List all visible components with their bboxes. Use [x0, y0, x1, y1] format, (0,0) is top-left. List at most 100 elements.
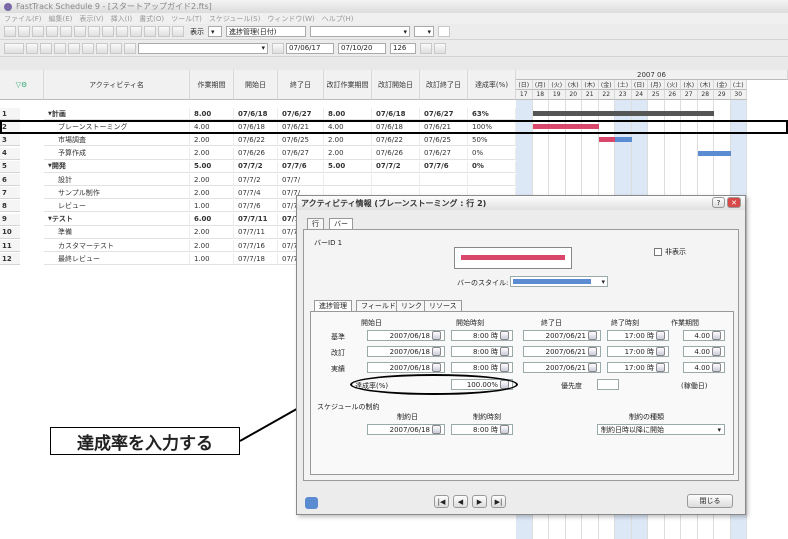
cell-revised-start[interactable]: 07/6/18 — [372, 108, 420, 120]
menu-format[interactable]: 書式(O) — [139, 14, 164, 24]
constraint-type-select[interactable]: 制約日時以降に開始 ▾ — [597, 424, 725, 435]
constraint-date-field[interactable]: 2007/06/18 — [367, 424, 445, 435]
text-icon[interactable] — [96, 42, 108, 54]
dropdown-icon[interactable] — [712, 363, 721, 372]
cell-activity-name[interactable]: 設計 — [44, 174, 190, 186]
cell-percent-complete[interactable]: 0% — [468, 160, 516, 173]
column-header-revised-duration[interactable]: 改訂作業期間 — [324, 70, 372, 100]
duration-field[interactable]: 4.00 — [683, 346, 725, 357]
duration-field[interactable]: 4.00 — [683, 330, 725, 341]
cut-icon[interactable] — [88, 26, 100, 37]
dropdown-icon[interactable] — [588, 347, 597, 356]
spellcheck-icon[interactable] — [74, 26, 86, 37]
dropdown-icon[interactable] — [656, 347, 665, 356]
dropdown-icon[interactable] — [500, 347, 509, 356]
pointer-icon[interactable] — [26, 42, 38, 54]
open-icon[interactable] — [18, 26, 30, 37]
outdent-icon[interactable] — [172, 26, 184, 37]
start-time-field[interactable]: 8:00 時 — [451, 330, 513, 341]
gantt-bar-market-research-remaining[interactable] — [615, 137, 632, 143]
column-header-start-date[interactable]: 開始日 — [234, 70, 278, 100]
cell-start-date[interactable]: 07/7/2 — [234, 174, 278, 186]
cell-activity-name[interactable]: カスタマーテスト — [44, 240, 190, 252]
constraint-time-field[interactable]: 8:00 時 — [451, 424, 513, 435]
new-icon[interactable] — [4, 26, 16, 37]
cell-activity-name[interactable]: 準備 — [44, 226, 190, 239]
start-date-field[interactable]: 2007/06/18 — [367, 362, 445, 373]
gantt-bar-budget[interactable] — [697, 150, 731, 156]
info-icon[interactable] — [305, 497, 318, 509]
cell-duration[interactable]: 1.00 — [190, 253, 234, 266]
menu-insert[interactable]: 挿入(I) — [111, 14, 133, 24]
small-select[interactable]: ▾ — [414, 26, 434, 37]
dropdown-icon[interactable] — [432, 347, 441, 356]
nav-last-button[interactable]: ▶| — [491, 495, 506, 508]
cell-percent-complete[interactable]: 50% — [468, 134, 516, 147]
cell-duration[interactable]: 1.00 — [190, 200, 234, 213]
link-icon[interactable] — [130, 26, 142, 37]
hide-checkbox[interactable] — [654, 248, 662, 256]
sort-icon[interactable] — [82, 42, 94, 54]
cell-revised-duration[interactable]: 2.00 — [324, 147, 372, 160]
zoom-field[interactable]: 126 — [390, 42, 416, 54]
row-number[interactable]: 4 — [0, 147, 20, 160]
column-header-percent-complete[interactable]: 達成率(%) — [468, 70, 516, 100]
cell-percent-complete[interactable]: 0% — [468, 147, 516, 160]
row-number[interactable]: 8 — [0, 200, 20, 213]
zoom-arrows-icon[interactable] — [420, 42, 432, 54]
cell-revised-start[interactable]: 07/6/26 — [372, 147, 420, 160]
filter-icon[interactable] — [68, 42, 80, 54]
cell-start-date[interactable]: 07/6/18 — [234, 108, 278, 120]
gantt-bar-brainstorming[interactable] — [532, 124, 599, 130]
cell-activity-name[interactable]: サンプル制作 — [44, 187, 190, 200]
cell-activity-name[interactable]: ▼ 開発 — [44, 160, 190, 173]
row-number[interactable]: 11 — [0, 240, 20, 252]
cell-duration[interactable]: 2.00 — [190, 174, 234, 186]
blank-select[interactable]: ▾ — [310, 26, 410, 37]
gantt-summary-bar[interactable] — [532, 111, 714, 116]
save-icon[interactable] — [32, 26, 44, 37]
cell-start-date[interactable]: 07/7/4 — [234, 187, 278, 200]
view-label[interactable]: 表示 — [190, 27, 204, 37]
dropdown-icon[interactable] — [432, 363, 441, 372]
bar-style-select[interactable]: ▾ — [510, 276, 608, 287]
cell-percent-complete[interactable] — [468, 174, 516, 186]
menu-window[interactable]: ウィンドウ(W) — [267, 14, 314, 24]
subtab-links[interactable]: リンク — [396, 300, 427, 311]
close-button[interactable]: 閉じる — [687, 494, 733, 508]
menu-file[interactable]: ファイル(F) — [4, 14, 42, 24]
dropdown-icon[interactable] — [588, 331, 597, 340]
cell-revised-duration[interactable] — [324, 174, 372, 186]
cell-duration[interactable]: 6.00 — [190, 213, 234, 226]
dropdown-icon[interactable] — [656, 331, 665, 340]
dropdown-icon[interactable] — [500, 331, 509, 340]
column-header-duration[interactable]: 作業期間 — [190, 70, 234, 100]
dropdown-icon[interactable] — [500, 363, 509, 372]
cell-start-date[interactable]: 07/6/26 — [234, 147, 278, 160]
column-header-revised-start[interactable]: 改訂開始日 — [372, 70, 420, 100]
row-number[interactable]: 6 — [0, 174, 20, 186]
cell-start-date[interactable]: 07/7/16 — [234, 240, 278, 252]
priority-field[interactable] — [597, 379, 619, 390]
cell-end-date[interactable]: 07/7/ — [278, 174, 324, 186]
timescale-icon[interactable] — [434, 42, 446, 54]
cell-duration[interactable]: 2.00 — [190, 226, 234, 239]
tab-row[interactable]: 行 — [307, 218, 324, 229]
end-date-field[interactable]: 2007/06/21 — [523, 362, 601, 373]
nav-first-button[interactable]: |◀ — [434, 495, 449, 508]
nav-prev-button[interactable]: ◀ — [453, 495, 468, 508]
start-date-field[interactable]: 2007/06/18 — [367, 330, 445, 341]
date-to-field[interactable]: 07/10/20 — [338, 42, 386, 54]
column-header-revised-end[interactable]: 改訂終了日 — [420, 70, 468, 100]
cell-duration[interactable]: 2.00 — [190, 240, 234, 252]
cell-activity-name[interactable]: レビュー — [44, 200, 190, 213]
subtab-fields[interactable]: フィールド — [356, 300, 401, 311]
cell-end-date[interactable]: 07/6/27 — [278, 108, 324, 120]
end-time-field[interactable]: 17:00 時 — [607, 362, 669, 373]
cell-activity-name[interactable]: 市場調査 — [44, 134, 190, 147]
subtab-progress[interactable]: 進捗管理 — [314, 300, 352, 311]
view-select[interactable]: ▾ — [208, 26, 222, 37]
cell-end-date[interactable]: 07/6/27 — [278, 147, 324, 160]
cell-activity-name[interactable]: ▼ テスト — [44, 213, 190, 226]
column-header-activity-name[interactable]: アクティビティ名 — [44, 70, 190, 100]
